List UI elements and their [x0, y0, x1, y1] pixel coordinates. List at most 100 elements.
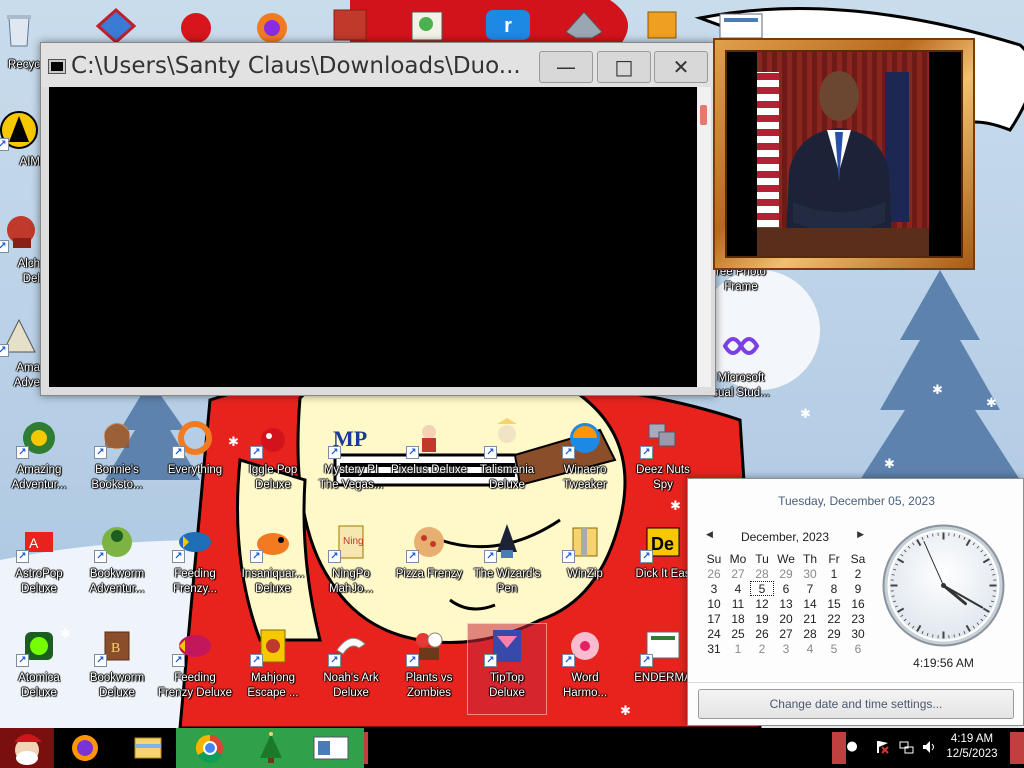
long-date-link[interactable]: Tuesday, December 05, 2023	[688, 494, 1024, 508]
santa-start-icon	[0, 728, 54, 768]
show-desktop-button[interactable]	[1010, 732, 1024, 764]
calendar-day[interactable]: 27	[774, 626, 798, 641]
desktop-icon[interactable]: Ning ↗ NingPo MahJo...	[312, 520, 390, 610]
calendar-day[interactable]: 28	[798, 626, 822, 641]
calendar-day[interactable]: 1	[822, 566, 846, 581]
network-icon[interactable]	[898, 739, 914, 755]
desktop-icon[interactable]: A ↗ AstroPop Deluxe	[0, 520, 78, 610]
minimize-button[interactable]: —	[539, 51, 593, 83]
calendar-day[interactable]: 28	[750, 566, 774, 581]
calendar-day[interactable]: 12	[750, 596, 774, 611]
desktop-icon-label: Everything	[167, 464, 223, 476]
calendar-day[interactable]: 18	[726, 611, 750, 626]
calendar-month-title[interactable]: December, 2023	[702, 530, 868, 544]
calendar-day[interactable]: 19	[750, 611, 774, 626]
console-titlebar[interactable]: C:\Users\Santy Claus\Downloads\Duo... — …	[41, 43, 715, 87]
calendar-day[interactable]: 17	[702, 611, 726, 626]
next-month-icon[interactable]: ▶	[857, 530, 864, 540]
photo-frame-gadget[interactable]	[713, 38, 975, 270]
scrollbar-thumb[interactable]	[700, 105, 707, 125]
desktop-icon[interactable]: ↗ Bookworm Adventur...	[78, 520, 156, 610]
desktop-icon[interactable]: ↗ Talismania Deluxe	[468, 416, 546, 506]
desktop-icon[interactable]: ↗ Noah's Ark Deluxe	[312, 624, 390, 714]
desktop-icon[interactable]: ↗ Plants vs Zombies	[390, 624, 468, 714]
desktop-icon[interactable]: ↗ TipTop Deluxe	[467, 623, 547, 715]
calendar-day[interactable]: 6	[774, 581, 798, 596]
desktop-icon[interactable]: ↗ Mahjong Escape ...	[234, 624, 312, 714]
calendar-day[interactable]: 4	[798, 641, 822, 656]
desktop-icon[interactable]: ↗ Feeding Frenzy Deluxe	[156, 624, 234, 714]
volume-icon[interactable]	[921, 739, 937, 755]
svg-text:A: A	[29, 535, 39, 551]
calendar-day[interactable]: 6	[846, 641, 870, 656]
calendar-day[interactable]: 26	[750, 626, 774, 641]
calendar-day[interactable]: 11	[726, 596, 750, 611]
desktop-icon[interactable]: ↗ Feeding Frenzy...	[156, 520, 234, 610]
clock-flyout[interactable]: Tuesday, December 05, 2023 ◀ December, 2…	[687, 478, 1024, 726]
taskbar-explorer[interactable]	[122, 728, 174, 768]
desktop-icon[interactable]: ↗ Atomica Deluxe	[0, 624, 78, 714]
calendar-day[interactable]: 13	[774, 596, 798, 611]
desktop-icon[interactable]: ↗ Winaero Tweaker	[546, 416, 624, 506]
tray-dot-icon[interactable]: ●	[844, 739, 860, 755]
desktop-icon[interactable]: ↗ Bonnie's Booksto...	[78, 416, 156, 506]
top-row-icon-1	[96, 8, 136, 44]
calendar-day[interactable]: 14	[798, 596, 822, 611]
desktop-icon[interactable]: ↗ Amazing Adventur...	[0, 416, 78, 506]
desktop-icon[interactable]: ↗ Insaniquar... Deluxe	[234, 520, 312, 610]
calendar-day[interactable]: 7	[798, 581, 822, 596]
desktop-icon[interactable]: B ↗ Bookworm Deluxe	[78, 624, 156, 714]
taskbar-chrome[interactable]	[176, 728, 244, 768]
desktop-icon[interactable]: ↗ Pixelus Deluxe	[390, 416, 468, 506]
console-window[interactable]: C:\Users\Santy Claus\Downloads\Duo... — …	[40, 42, 716, 396]
calendar-day[interactable]: 27	[726, 566, 750, 581]
calendar-day[interactable]: 30	[798, 566, 822, 581]
taskbar-clock[interactable]: 4:19 AM 12/5/2023	[942, 732, 1002, 762]
change-date-time-settings-link[interactable]: Change date and time settings...	[698, 689, 1014, 719]
taskbar-photo-frame[interactable]	[298, 728, 364, 768]
calendar-day[interactable]: 3	[774, 641, 798, 656]
calendar-day[interactable]: 25	[726, 626, 750, 641]
desktop-icon[interactable]: ↗ Pizza Frenzy	[390, 520, 468, 610]
calendar-day[interactable]: 22	[822, 611, 846, 626]
calendar-day[interactable]: 26	[702, 566, 726, 581]
calendar-day[interactable]: 3	[702, 581, 726, 596]
action-center-flag-icon[interactable]	[874, 739, 890, 755]
calendar-day[interactable]: 10	[702, 596, 726, 611]
taskbar-xmas-tree[interactable]	[244, 728, 298, 768]
calendar-day[interactable]: 1	[726, 641, 750, 656]
maximize-button[interactable]: □	[597, 51, 651, 83]
calendar-day[interactable]: 24	[702, 626, 726, 641]
calendar-day[interactable]: 2	[846, 566, 870, 581]
calendar-day[interactable]: 8	[822, 581, 846, 596]
weekday-header: Mo	[729, 551, 747, 566]
close-button[interactable]: ✕	[654, 51, 708, 83]
calendar-day[interactable]: 4	[726, 581, 750, 596]
start-button[interactable]	[0, 728, 54, 768]
console-app-icon[interactable]	[48, 59, 66, 74]
calendar-day[interactable]: 20	[774, 611, 798, 626]
calendar-day[interactable]: 23	[846, 611, 870, 626]
desktop-icon[interactable]: ↗ WinZip	[546, 520, 624, 610]
calendar-day[interactable]: 31	[702, 641, 726, 656]
calendar-day[interactable]: 15	[822, 596, 846, 611]
calendar-day[interactable]: 5	[750, 581, 774, 596]
calendar-day[interactable]: 16	[846, 596, 870, 611]
desktop-icon-label: Pizza Frenzy	[395, 568, 463, 580]
calendar-day[interactable]: 2	[750, 641, 774, 656]
calendar-day[interactable]: 29	[774, 566, 798, 581]
shortcut-arrow-icon: ↗	[16, 550, 29, 563]
desktop-icon[interactable]: ↗ Everything	[156, 416, 234, 506]
calendar-day[interactable]: 29	[822, 626, 846, 641]
desktop-icon[interactable]: MP ↗ Mystery PI The Vegas...	[312, 416, 390, 506]
console-scrollbar[interactable]	[697, 87, 711, 387]
taskbar-firefox[interactable]	[56, 728, 114, 768]
desktop-icon[interactable]: ↗ The Wizard's Pen	[468, 520, 546, 610]
desktop-icon[interactable]: ↗ Iggle Pop Deluxe	[234, 416, 312, 506]
calendar-day[interactable]: 9	[846, 581, 870, 596]
desktop-icon[interactable]: ↗ Word Harmo...	[546, 624, 624, 714]
calendar-day[interactable]: 21	[798, 611, 822, 626]
calendar-day[interactable]: 5	[822, 641, 846, 656]
calendar-day[interactable]: 30	[846, 626, 870, 641]
console-output-area[interactable]	[49, 87, 697, 387]
